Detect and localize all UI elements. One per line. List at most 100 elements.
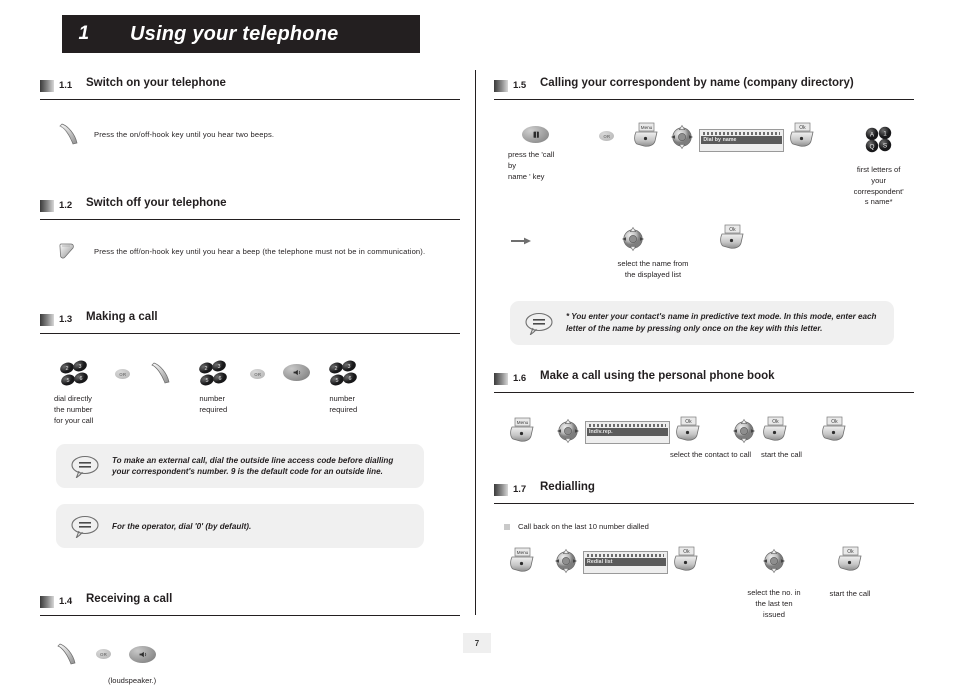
svg-text:5: 5 xyxy=(206,378,209,384)
alpha-keypad-icon: A 1 Q S xyxy=(864,126,894,158)
bullet-text: Call back on the last 10 number dialled xyxy=(518,522,649,532)
navigator-icon xyxy=(669,124,695,150)
phone-screen-icon: Redial list xyxy=(583,551,668,575)
tip-text: * You enter your contact's name in predi… xyxy=(566,312,877,333)
step-menu-key: Menu xyxy=(632,122,661,149)
step-navigator-select: select the no. in the last ten issued xyxy=(729,548,819,620)
section-rule xyxy=(40,615,460,617)
section-rule xyxy=(40,99,460,100)
svg-text:Ok: Ok xyxy=(685,419,692,425)
ok-softkey-icon: Ok xyxy=(836,546,865,573)
section-heading: 1.1 Switch on your telephone xyxy=(40,77,460,100)
step-ok-key-3: Ok xyxy=(820,416,849,443)
steps-labels-row: select the contact to call start the cal… xyxy=(670,450,914,461)
step-label: number required xyxy=(329,394,358,414)
tip-box-operator: For the operator, dial '0' (by default). xyxy=(56,504,424,549)
chapter-title: Using your telephone xyxy=(130,22,339,45)
svg-text:A: A xyxy=(870,131,875,138)
svg-text:S: S xyxy=(883,142,887,149)
section-1-2: 1.2 Switch off your telephone Press the … xyxy=(40,197,460,260)
step-navigator-select: select the name from the displayed list xyxy=(558,226,708,281)
ok-softkey-icon: Ok xyxy=(820,416,849,443)
arrow-right-icon xyxy=(510,234,532,248)
svg-text:5: 5 xyxy=(66,378,69,384)
svg-text:1: 1 xyxy=(883,130,887,137)
steps-row: OR xyxy=(56,642,460,666)
section-number: 1.7 xyxy=(513,484,527,496)
step-ok-key-1: Ok xyxy=(672,546,701,573)
section-title: Making a call xyxy=(86,311,158,323)
section-title: Calling your correspondent by name (comp… xyxy=(540,77,854,89)
step-ok-key-1: Ok xyxy=(674,416,703,443)
section-title: Make a call using the personal phone boo… xyxy=(540,369,775,382)
section-number: 1.2 xyxy=(59,200,73,211)
svg-text:Ok: Ok xyxy=(772,419,779,425)
step-enter-letters: A 1 Q S first letters of your correspond… xyxy=(843,126,914,208)
or-icon: OR xyxy=(96,649,111,660)
svg-text:3: 3 xyxy=(218,364,221,370)
step-lift-handset xyxy=(56,642,78,666)
step-dial-number: 2 3 5 6 dial directly the number for you… xyxy=(54,360,93,426)
step-or-2: OR xyxy=(250,369,266,379)
section-heading: 1.2 Switch off your telephone xyxy=(40,197,460,220)
phone-screen-icon: Indiv.rep. xyxy=(585,420,670,444)
step-label: number required xyxy=(199,394,228,414)
svg-text:Ok: Ok xyxy=(800,125,807,131)
step-ok-key: Ok xyxy=(788,122,817,149)
or-icon: OR xyxy=(250,369,266,379)
manual-page: 1 Using your telephone 1.1 Switch on you… xyxy=(0,0,954,685)
steps-row: press the 'call by name ' key OR Menu Di… xyxy=(508,122,914,208)
step-label: select the contact to call xyxy=(670,449,752,459)
step-navigator xyxy=(555,418,581,444)
svg-text:2: 2 xyxy=(205,366,208,372)
section-1-6: 1.6 Make a call using the personal phone… xyxy=(494,369,914,461)
page-number: 7 xyxy=(463,633,491,653)
step-ok-key-2: Ok start the call xyxy=(815,546,885,600)
call-by-name-icon xyxy=(522,126,550,143)
handset-lifted-icon xyxy=(150,361,172,385)
section-rule xyxy=(40,219,460,220)
screen-dotted-line xyxy=(703,132,781,135)
keypad-icon: 2 3 5 6 xyxy=(59,360,89,387)
svg-text:Q: Q xyxy=(869,143,874,150)
step-screen-indiv-rep: Indiv.rep. xyxy=(585,420,670,444)
ok-softkey-icon: Ok xyxy=(761,416,790,443)
svg-text:Ok: Ok xyxy=(847,549,854,555)
section-1-3: 1.3 Making a call 2 3 5 6 dial directly … xyxy=(40,311,460,549)
step-label: select the name from the displayed list xyxy=(617,259,689,279)
svg-text:Menu: Menu xyxy=(641,125,653,130)
section-number: 1.6 xyxy=(513,372,527,384)
steps-row-2: select the name from the displayed list … xyxy=(510,224,914,281)
screen-text: Dial by name xyxy=(703,137,737,143)
loudspeaker-icon xyxy=(129,645,156,663)
section-1-4: 1.4 Receiving a call OR (loudspeaker.) xyxy=(40,593,460,687)
step-navigator xyxy=(669,124,695,150)
svg-text:Ok: Ok xyxy=(683,549,690,555)
keypad-icon: 2 3 5 6 xyxy=(328,360,358,387)
step-or-1: OR xyxy=(115,369,131,379)
tip-box-predictive-text: * You enter your contact's name in predi… xyxy=(510,300,894,345)
menu-softkey-icon: Menu xyxy=(632,122,661,149)
ok-softkey-icon: Ok xyxy=(718,224,747,251)
step-loudspeaker xyxy=(129,645,156,663)
section-rule xyxy=(494,503,914,505)
navigator-icon xyxy=(555,418,581,444)
section-heading: 1.7 Redialling xyxy=(494,481,914,505)
loudspeaker-icon xyxy=(283,364,311,381)
screen-highlight: Indiv.rep. xyxy=(587,427,668,436)
steps-row: Menu xyxy=(508,547,914,620)
instruction-row: Press the on/off-hook key until you hear… xyxy=(58,122,460,146)
screen-text: Redial list xyxy=(587,559,613,566)
step-label: select the no. in the last ten issued xyxy=(747,588,801,620)
screen-dotted-line xyxy=(587,554,664,558)
step-label: start the call xyxy=(761,449,802,459)
section-number: 1.4 xyxy=(59,596,73,608)
section-1-1: 1.1 Switch on your telephone Press the o… xyxy=(40,77,460,146)
screen-dotted-line xyxy=(589,423,666,427)
handset-lifted-icon xyxy=(58,122,80,146)
menu-softkey-icon: Menu xyxy=(508,417,537,444)
step-label: start the call xyxy=(829,589,871,599)
step-dial-number-2: 2 3 5 6 number required xyxy=(198,360,228,416)
section-number: 1.1 xyxy=(59,80,73,91)
step-screen-redial-list: Redial list xyxy=(583,551,668,575)
